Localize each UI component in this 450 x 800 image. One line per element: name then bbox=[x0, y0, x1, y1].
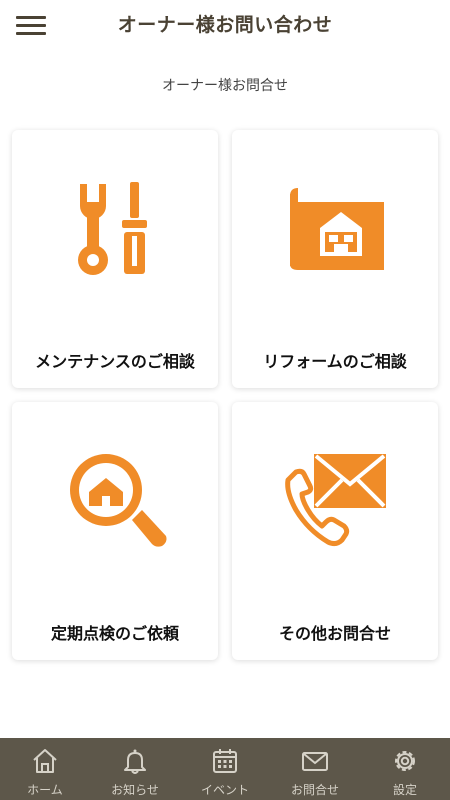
app-header: オーナー様お問い合わせ bbox=[0, 0, 450, 48]
bell-icon bbox=[124, 749, 146, 774]
nav-item-events[interactable]: イベント bbox=[180, 738, 270, 800]
calendar-icon bbox=[213, 749, 237, 773]
wrench-screwdriver-icon bbox=[78, 182, 147, 275]
nav-label-settings: 設定 bbox=[392, 783, 417, 797]
inspection-card-label: 定期点検のご依頼 bbox=[50, 624, 179, 643]
phone-mail-icon bbox=[285, 454, 386, 547]
nav-item-home[interactable]: ホーム bbox=[0, 738, 90, 800]
bottom-navigation: ホーム お知らせ イベント お問合せ 設定 bbox=[0, 738, 450, 800]
page-title: オーナー様お問い合わせ bbox=[117, 14, 333, 36]
nav-label-events: イベント bbox=[200, 783, 249, 797]
page-subtitle: オーナー様お問合せ bbox=[162, 78, 288, 94]
magnifier-house-icon bbox=[70, 454, 167, 547]
maintenance-card[interactable]: メンテナンスのご相談 bbox=[12, 130, 218, 388]
reform-card[interactable]: リフォームのご相談 bbox=[232, 130, 438, 388]
home-icon bbox=[33, 749, 57, 773]
nav-item-notices[interactable]: お知らせ bbox=[90, 738, 180, 800]
other-inquiry-card-label: その他お問合せ bbox=[278, 624, 391, 643]
nav-item-inquiry[interactable]: お問合せ bbox=[270, 738, 360, 800]
nav-item-settings[interactable]: 設定 bbox=[360, 738, 450, 800]
house-blueprint-icon bbox=[290, 188, 384, 270]
gear-icon bbox=[395, 751, 415, 771]
maintenance-card-label: メンテナンスのご相談 bbox=[35, 352, 195, 371]
other-inquiry-card[interactable]: その他お問合せ bbox=[232, 402, 438, 660]
nav-label-notices: お知らせ bbox=[111, 783, 159, 797]
nav-label-home: ホーム bbox=[27, 783, 63, 797]
nav-label-inquiry: お問合せ bbox=[290, 783, 339, 797]
envelope-icon bbox=[302, 752, 328, 771]
app-screen: オーナー様お問い合わせ オーナー様お問合せ メンテナンスのご相談 リフォームのご… bbox=[0, 0, 450, 800]
reform-card-label: リフォームのご相談 bbox=[263, 352, 407, 371]
inspection-card[interactable]: 定期点検のご依頼 bbox=[12, 402, 218, 660]
